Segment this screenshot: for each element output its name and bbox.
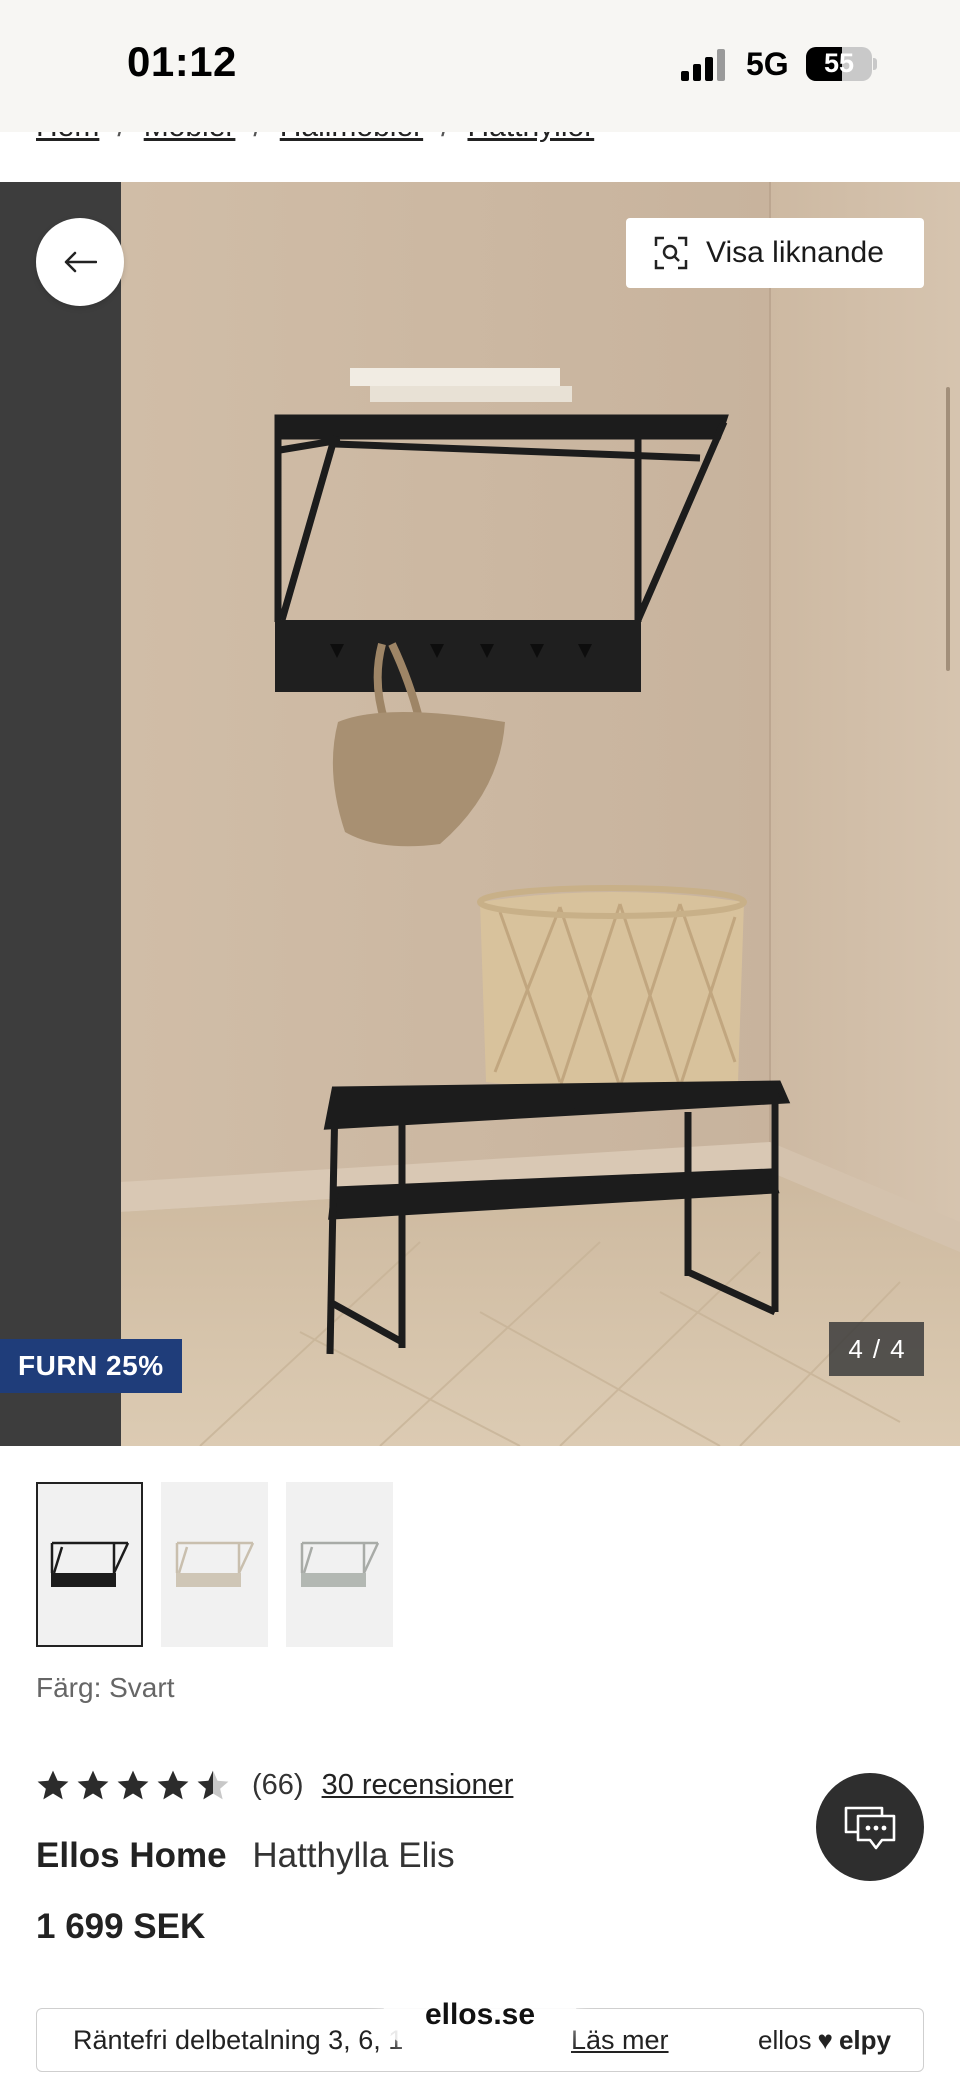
battery-cap <box>873 58 877 70</box>
shelf-thumbnail-black <box>50 1541 129 1587</box>
status-time: 01:12 <box>127 38 237 85</box>
thumbnail-grey[interactable] <box>286 1482 393 1647</box>
chat-button[interactable] <box>816 1773 924 1881</box>
book <box>370 386 572 402</box>
back-button[interactable] <box>36 218 124 306</box>
star-icon <box>77 1770 109 1800</box>
image-counter-total: 4 <box>890 1333 905 1364</box>
product-image[interactable] <box>0 182 960 1446</box>
browser-url-bar[interactable]: ellos.se <box>383 1984 577 2046</box>
chat-bubble-icon <box>844 1806 896 1850</box>
book <box>350 368 560 386</box>
status-bar: 01:12 5G 55 <box>0 0 960 132</box>
financing-read-more-link[interactable]: Läs mer <box>571 2025 669 2056</box>
star-icon <box>117 1770 149 1800</box>
shelf-thumbnail-grey <box>300 1541 379 1587</box>
rating-stars <box>36 1769 230 1801</box>
product-photo-illustration <box>0 182 960 1446</box>
battery-percent: 55 <box>823 48 855 78</box>
thumbnail-beige[interactable] <box>161 1482 268 1647</box>
star-icon <box>157 1770 189 1800</box>
hook-rail <box>275 620 641 692</box>
reviews-link[interactable]: 30 recensioner <box>322 1769 514 1802</box>
side-wall <box>770 182 960 1282</box>
star-icon <box>197 1770 229 1800</box>
image-counter: 4 / 4 <box>829 1322 924 1376</box>
show-similar-label: Visa liknande <box>706 236 884 269</box>
show-similar-button[interactable]: Visa liknande <box>626 218 924 288</box>
product-title: Ellos Home Hatthylla Elis <box>36 1836 455 1876</box>
product-name: Hatthylla Elis <box>252 1836 455 1875</box>
thumbnail-black[interactable] <box>36 1482 143 1647</box>
product-price: 1 699 SEK <box>36 1907 206 1946</box>
financing-text: Räntefri delbetalning 3, 6, 1 <box>73 2024 404 2055</box>
dark-edge <box>0 182 121 1446</box>
rating-row: (66) 30 recensioner <box>36 1765 513 1805</box>
floor <box>120 1172 960 1446</box>
shelf-thumbnail-beige <box>175 1541 254 1587</box>
cellular-signal-icon <box>681 49 725 81</box>
elpy-logo-text: elpy <box>838 2024 891 2055</box>
network-type: 5G <box>746 46 789 82</box>
rating-count: (66) <box>252 1768 304 1801</box>
battery-icon: 55 <box>806 47 872 81</box>
ellos-elpy-logo: ellos ♥ elpy <box>758 2025 891 2056</box>
color-label: Färg: Svart <box>36 1672 175 1703</box>
thumbnail-strip <box>36 1482 393 1647</box>
product-brand[interactable]: Ellos Home <box>36 1836 227 1875</box>
arrow-left-icon <box>64 251 97 273</box>
heart-icon: ♥ <box>817 2024 833 2055</box>
star-icon <box>37 1770 69 1800</box>
promo-badge: FURN 25% <box>0 1339 182 1393</box>
image-counter-current: 4 <box>848 1333 863 1364</box>
ellos-logo-text: ellos <box>758 2024 812 2055</box>
visual-search-icon <box>654 236 688 270</box>
scroll-indicator <box>946 387 950 671</box>
image-counter-separator: / <box>872 1333 881 1364</box>
